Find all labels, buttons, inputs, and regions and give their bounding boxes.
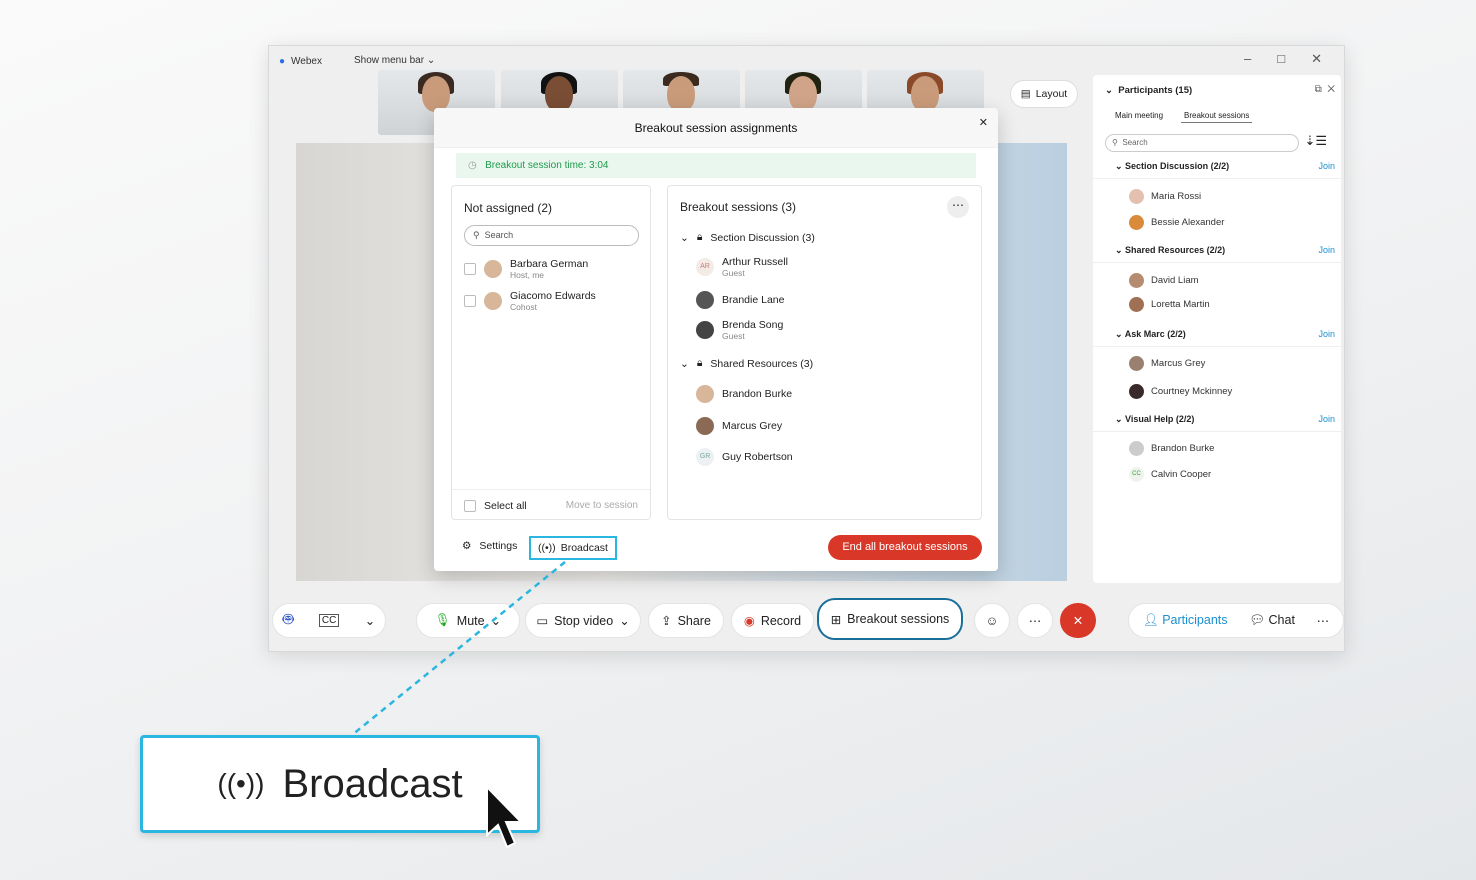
cursor-icon [486,785,524,849]
callout-label: Broadcast [282,761,463,806]
broadcast-callout: ((•)) Broadcast [140,735,540,833]
broadcast-icon: ((•)) [217,768,265,799]
